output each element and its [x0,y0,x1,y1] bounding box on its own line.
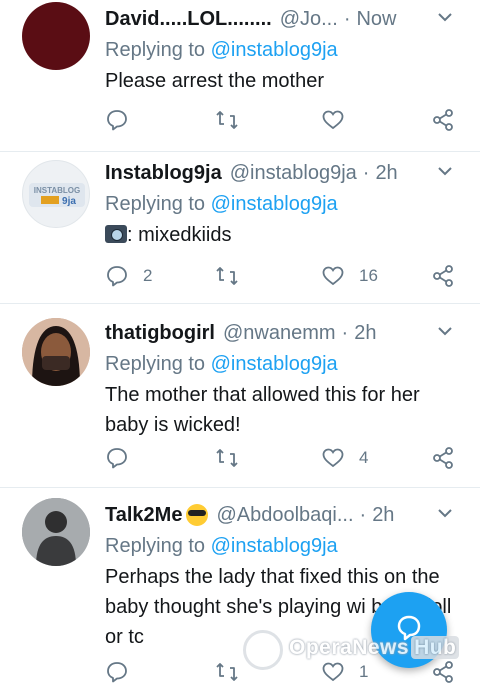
display-name[interactable]: Instablog9ja [105,162,222,185]
user-handle[interactable]: @nwanemm [223,322,336,345]
avatar[interactable] [22,2,90,70]
retweet-icon [216,449,238,467]
display-name[interactable]: thatigbogirl [105,322,215,345]
avatar[interactable] [22,318,90,386]
replying-to: Replying to @instablog9ja [105,535,338,557]
tweet-text: Please arrest the mother [105,70,324,92]
share-button[interactable] [431,106,455,134]
reply-icon [107,448,127,469]
retweet-icon [216,267,238,285]
tweet-3[interactable]: thatigbogirl @nwanemm · 2h Replying to @… [0,304,480,488]
retweet-button[interactable] [215,262,253,290]
chevron-down-icon[interactable] [436,8,454,26]
svg-text:INSTABLOG: INSTABLOG [34,186,81,195]
heart-icon [322,266,344,286]
sunglasses-emoji-icon [186,504,209,526]
chevron-down-icon[interactable] [436,504,454,522]
heart-icon [322,448,344,468]
user-handle[interactable]: @Abdoolbaqi... [216,504,353,527]
chevron-down-icon[interactable] [436,162,454,180]
retweet-icon [216,663,238,681]
avatar[interactable]: INSTABLOG 9ja [22,160,90,228]
timestamp: 2h [354,321,377,344]
like-count: 4 [359,448,369,467]
heart-icon [322,110,344,130]
tweet-text: The mother that allowed this for her bab… [105,384,420,436]
timestamp: 2h [375,161,398,184]
chevron-down-icon[interactable] [436,322,454,340]
replying-to: Replying to @instablog9ja [105,193,338,215]
display-name[interactable]: Talk2Me [105,504,182,527]
retweet-icon [216,111,238,129]
display-name[interactable]: David.....LOL........ [105,8,272,31]
avatar[interactable] [22,498,90,566]
reply-icon [107,266,127,287]
reply-icon [107,662,127,683]
reply-button[interactable]: 2 [105,262,152,290]
share-icon [433,109,453,131]
like-button[interactable]: 16 [321,262,378,290]
separator-dot: · [343,7,351,30]
tweet-text: : mixedkiids [105,220,466,250]
reply-icon [107,110,127,131]
mention-link[interactable]: @instablog9ja [211,39,338,61]
tweet-1[interactable]: David.....LOL........ @Jo... · Now Reply… [0,0,480,152]
tweet-2[interactable]: INSTABLOG 9ja Instablog9ja @instablog9ja… [0,152,480,304]
mention-link[interactable]: @instablog9ja [211,353,338,375]
reply-button[interactable] [105,658,143,686]
reply-button[interactable] [105,444,143,472]
mention-link[interactable]: @instablog9ja [211,193,338,215]
retweet-button[interactable] [215,444,253,472]
separator-dot: · [362,161,370,184]
share-icon [433,447,453,469]
watermark: OperaNews Hub [243,630,473,670]
instablog-logo: INSTABLOG 9ja [29,183,85,207]
like-count: 16 [359,266,378,285]
like-button[interactable]: 4 [321,444,368,472]
svg-text:9ja: 9ja [62,196,76,207]
timestamp: Now [356,7,397,30]
share-button[interactable] [431,262,455,290]
camera-emoji-icon [105,225,127,243]
like-button[interactable] [321,106,359,134]
mention-link[interactable]: @instablog9ja [211,535,338,557]
retweet-button[interactable] [215,106,253,134]
replying-to: Replying to @instablog9ja [105,39,338,61]
reply-count: 2 [143,266,153,285]
timestamp: 2h [372,503,395,526]
share-icon [433,265,453,287]
avatar-photo [22,498,90,566]
separator-dot: · [359,503,367,526]
replying-to: Replying to @instablog9ja [105,353,338,375]
user-handle[interactable]: @instablog9ja [230,162,357,185]
user-handle[interactable]: @Jo... [280,8,338,31]
reply-button[interactable] [105,106,143,134]
separator-dot: · [341,321,349,344]
share-button[interactable] [431,444,455,472]
watermark-logo-icon [243,630,283,670]
watermark-text: OperaNews Hub [289,636,460,660]
avatar-photo [22,318,90,386]
